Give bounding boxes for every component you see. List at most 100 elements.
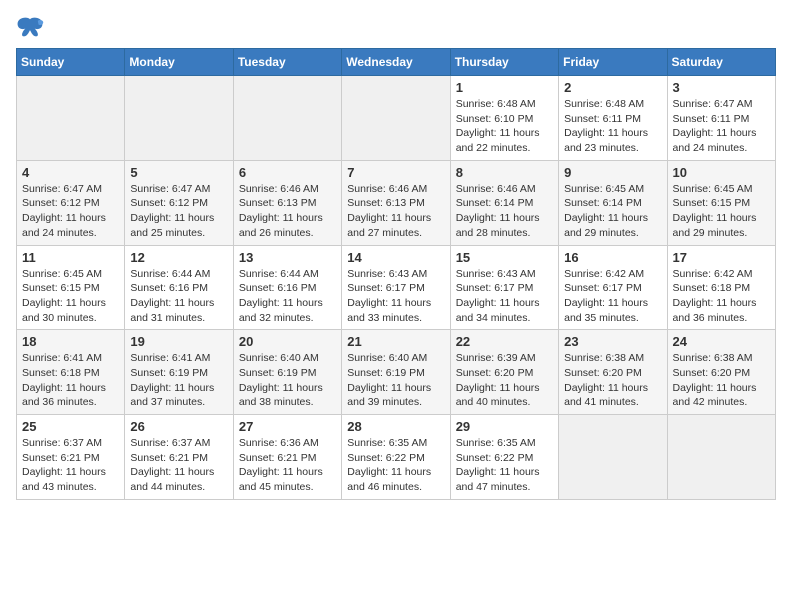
calendar-cell: 3 Sunrise: 6:47 AM Sunset: 6:11 PM Daylig… (667, 76, 775, 161)
day-number: 10 (673, 165, 770, 180)
calendar-cell: 19 Sunrise: 6:41 AM Sunset: 6:19 PM Dayli… (125, 330, 233, 415)
day-info: Sunrise: 6:36 AM Sunset: 6:21 PM Dayligh… (239, 436, 336, 495)
weekday-header: Saturday (667, 49, 775, 76)
day-info: Sunrise: 6:41 AM Sunset: 6:19 PM Dayligh… (130, 351, 227, 410)
day-number: 16 (564, 250, 661, 265)
calendar-cell: 17 Sunrise: 6:42 AM Sunset: 6:18 PM Dayli… (667, 245, 775, 330)
day-info: Sunrise: 6:47 AM Sunset: 6:11 PM Dayligh… (673, 97, 770, 156)
day-number: 17 (673, 250, 770, 265)
calendar-cell: 24 Sunrise: 6:38 AM Sunset: 6:20 PM Dayli… (667, 330, 775, 415)
day-info: Sunrise: 6:47 AM Sunset: 6:12 PM Dayligh… (22, 182, 119, 241)
calendar-week-row: 11 Sunrise: 6:45 AM Sunset: 6:15 PM Dayli… (17, 245, 776, 330)
calendar-cell: 8 Sunrise: 6:46 AM Sunset: 6:14 PM Daylig… (450, 160, 558, 245)
weekday-header: Sunday (17, 49, 125, 76)
calendar-cell: 14 Sunrise: 6:43 AM Sunset: 6:17 PM Dayli… (342, 245, 450, 330)
day-number: 25 (22, 419, 119, 434)
day-number: 9 (564, 165, 661, 180)
calendar-table: SundayMondayTuesdayWednesdayThursdayFrid… (16, 48, 776, 500)
day-info: Sunrise: 6:38 AM Sunset: 6:20 PM Dayligh… (564, 351, 661, 410)
day-info: Sunrise: 6:39 AM Sunset: 6:20 PM Dayligh… (456, 351, 553, 410)
day-info: Sunrise: 6:45 AM Sunset: 6:14 PM Dayligh… (564, 182, 661, 241)
day-number: 20 (239, 334, 336, 349)
day-info: Sunrise: 6:42 AM Sunset: 6:18 PM Dayligh… (673, 267, 770, 326)
day-info: Sunrise: 6:41 AM Sunset: 6:18 PM Dayligh… (22, 351, 119, 410)
day-info: Sunrise: 6:48 AM Sunset: 6:10 PM Dayligh… (456, 97, 553, 156)
day-number: 29 (456, 419, 553, 434)
day-number: 6 (239, 165, 336, 180)
calendar-cell: 23 Sunrise: 6:38 AM Sunset: 6:20 PM Dayli… (559, 330, 667, 415)
calendar-header: SundayMondayTuesdayWednesdayThursdayFrid… (17, 49, 776, 76)
calendar-cell (233, 76, 341, 161)
weekday-header: Monday (125, 49, 233, 76)
day-info: Sunrise: 6:42 AM Sunset: 6:17 PM Dayligh… (564, 267, 661, 326)
calendar-cell: 11 Sunrise: 6:45 AM Sunset: 6:15 PM Dayli… (17, 245, 125, 330)
day-info: Sunrise: 6:46 AM Sunset: 6:14 PM Dayligh… (456, 182, 553, 241)
calendar-cell: 6Sunrise: 6:46 AM Sunset: 6:13 PM Daylig… (233, 160, 341, 245)
day-number: 18 (22, 334, 119, 349)
day-info: Sunrise: 6:37 AM Sunset: 6:21 PM Dayligh… (22, 436, 119, 495)
calendar-cell: 29 Sunrise: 6:35 AM Sunset: 6:22 PM Dayli… (450, 415, 558, 500)
weekday-header: Friday (559, 49, 667, 76)
day-number: 21 (347, 334, 444, 349)
day-number: 11 (22, 250, 119, 265)
calendar-cell: 27 Sunrise: 6:36 AM Sunset: 6:21 PM Dayli… (233, 415, 341, 500)
calendar-cell (17, 76, 125, 161)
day-number: 13 (239, 250, 336, 265)
day-number: 14 (347, 250, 444, 265)
calendar-cell: 4 Sunrise: 6:47 AM Sunset: 6:12 PM Daylig… (17, 160, 125, 245)
day-info: Sunrise: 6:46 AM Sunset: 6:13 PM Dayligh… (347, 182, 444, 241)
calendar-cell: 5Sunrise: 6:47 AM Sunset: 6:12 PM Daylig… (125, 160, 233, 245)
calendar-cell: 13Sunrise: 6:44 AM Sunset: 6:16 PM Dayli… (233, 245, 341, 330)
logo-bird-icon (16, 16, 44, 38)
weekday-header: Wednesday (342, 49, 450, 76)
calendar-cell (125, 76, 233, 161)
calendar-cell: 18 Sunrise: 6:41 AM Sunset: 6:18 PM Dayli… (17, 330, 125, 415)
day-number: 2 (564, 80, 661, 95)
day-number: 23 (564, 334, 661, 349)
day-number: 8 (456, 165, 553, 180)
day-number: 12 (130, 250, 227, 265)
weekday-header: Thursday (450, 49, 558, 76)
day-info: Sunrise: 6:38 AM Sunset: 6:20 PM Dayligh… (673, 351, 770, 410)
day-number: 27 (239, 419, 336, 434)
day-info: Sunrise: 6:43 AM Sunset: 6:17 PM Dayligh… (347, 267, 444, 326)
day-info: Sunrise: 6:40 AM Sunset: 6:19 PM Dayligh… (347, 351, 444, 410)
day-info: Sunrise: 6:35 AM Sunset: 6:22 PM Dayligh… (456, 436, 553, 495)
day-info: Sunrise: 6:35 AM Sunset: 6:22 PM Dayligh… (347, 436, 444, 495)
day-number: 4 (22, 165, 119, 180)
calendar-cell (559, 415, 667, 500)
day-number: 24 (673, 334, 770, 349)
calendar-cell: 7Sunrise: 6:46 AM Sunset: 6:13 PM Daylig… (342, 160, 450, 245)
header (16, 16, 776, 38)
day-info: Sunrise: 6:45 AM Sunset: 6:15 PM Dayligh… (22, 267, 119, 326)
weekday-header-row: SundayMondayTuesdayWednesdayThursdayFrid… (17, 49, 776, 76)
day-info: Sunrise: 6:48 AM Sunset: 6:11 PM Dayligh… (564, 97, 661, 156)
calendar-body: 1 Sunrise: 6:48 AM Sunset: 6:10 PM Daylig… (17, 76, 776, 500)
day-number: 22 (456, 334, 553, 349)
calendar-cell: 15 Sunrise: 6:43 AM Sunset: 6:17 PM Dayli… (450, 245, 558, 330)
calendar-cell: 16 Sunrise: 6:42 AM Sunset: 6:17 PM Dayli… (559, 245, 667, 330)
calendar-cell: 12Sunrise: 6:44 AM Sunset: 6:16 PM Dayli… (125, 245, 233, 330)
calendar-cell (667, 415, 775, 500)
day-number: 1 (456, 80, 553, 95)
day-number: 19 (130, 334, 227, 349)
calendar-cell (342, 76, 450, 161)
calendar-cell: 22 Sunrise: 6:39 AM Sunset: 6:20 PM Dayli… (450, 330, 558, 415)
day-number: 3 (673, 80, 770, 95)
day-info: Sunrise: 6:37 AM Sunset: 6:21 PM Dayligh… (130, 436, 227, 495)
weekday-header: Tuesday (233, 49, 341, 76)
day-info: Sunrise: 6:43 AM Sunset: 6:17 PM Dayligh… (456, 267, 553, 326)
calendar-cell: 28Sunrise: 6:35 AM Sunset: 6:22 PM Dayli… (342, 415, 450, 500)
day-number: 15 (456, 250, 553, 265)
day-info: Sunrise: 6:45 AM Sunset: 6:15 PM Dayligh… (673, 182, 770, 241)
calendar-cell: 26Sunrise: 6:37 AM Sunset: 6:21 PM Dayli… (125, 415, 233, 500)
calendar-week-row: 18 Sunrise: 6:41 AM Sunset: 6:18 PM Dayli… (17, 330, 776, 415)
logo (16, 16, 48, 38)
calendar-cell: 20 Sunrise: 6:40 AM Sunset: 6:19 PM Dayli… (233, 330, 341, 415)
day-info: Sunrise: 6:40 AM Sunset: 6:19 PM Dayligh… (239, 351, 336, 410)
calendar-cell: 1 Sunrise: 6:48 AM Sunset: 6:10 PM Daylig… (450, 76, 558, 161)
day-info: Sunrise: 6:47 AM Sunset: 6:12 PM Dayligh… (130, 182, 227, 241)
calendar-week-row: 4 Sunrise: 6:47 AM Sunset: 6:12 PM Daylig… (17, 160, 776, 245)
calendar-week-row: 1 Sunrise: 6:48 AM Sunset: 6:10 PM Daylig… (17, 76, 776, 161)
calendar-cell: 25 Sunrise: 6:37 AM Sunset: 6:21 PM Dayli… (17, 415, 125, 500)
